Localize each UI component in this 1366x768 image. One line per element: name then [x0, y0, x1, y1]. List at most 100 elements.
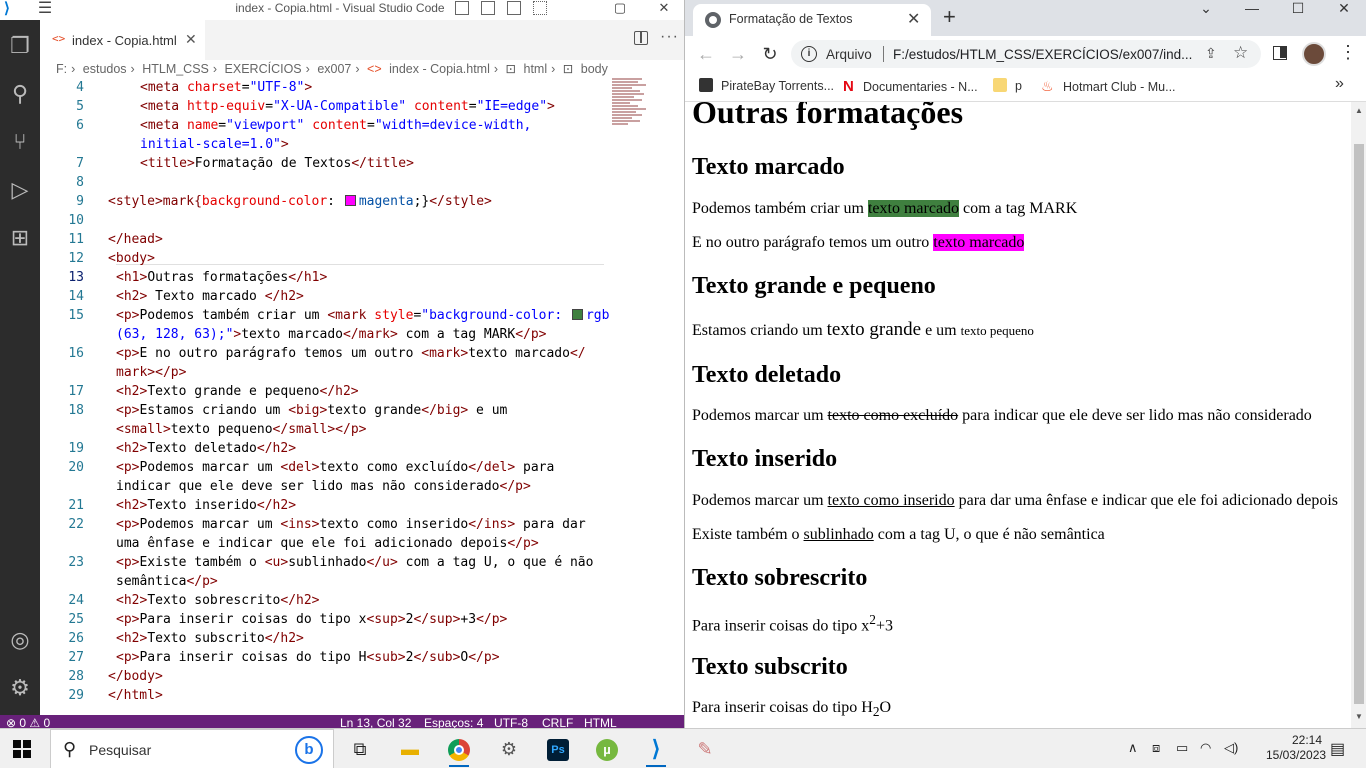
- tab-index-copia[interactable]: <> index - Copia.html ✕: [40, 20, 205, 60]
- minimize-button[interactable]: —: [1229, 0, 1275, 20]
- color-swatch[interactable]: [344, 195, 356, 206]
- chrome-icon[interactable]: [441, 733, 477, 767]
- code-line: <p>Estamos criando um <big>texto grande<…: [116, 403, 508, 418]
- taskbar-search[interactable]: ⚲ Pesquisar b: [50, 729, 334, 768]
- battery-icon[interactable]: ▭: [1176, 740, 1188, 756]
- wifi-icon[interactable]: ◠: [1200, 740, 1211, 756]
- minimize-button[interactable]: ▢: [600, 0, 640, 18]
- source-control-icon[interactable]: ⑂: [4, 126, 36, 158]
- file-explorer-icon[interactable]: ▬: [392, 733, 428, 767]
- info-icon[interactable]: i: [801, 46, 817, 62]
- photoshop-icon[interactable]: Ps: [540, 733, 576, 767]
- vscode-icon[interactable]: ⟩: [638, 733, 674, 767]
- line-ending[interactable]: CRLF: [542, 717, 573, 729]
- breadcrumb-item[interactable]: index - Copia.html: [389, 62, 490, 76]
- bookmarks-overflow-icon[interactable]: »: [1335, 75, 1344, 93]
- notification-icon[interactable]: ▤: [1330, 739, 1345, 759]
- menu-icon[interactable]: ☰: [34, 0, 56, 20]
- bookmarks-bar: PirateBay Torrents... N Documentaries - N…: [685, 72, 1366, 102]
- heading-texto-marcado: Texto marcado: [692, 154, 845, 180]
- chevron-up-icon[interactable]: ∧: [1128, 740, 1138, 756]
- cursor-position[interactable]: Ln 13, Col 32: [340, 717, 411, 729]
- bookmark-label: PirateBay Torrents...: [721, 79, 835, 93]
- device-icon[interactable]: ⧈: [1152, 740, 1160, 756]
- current-line-highlight: [116, 264, 604, 265]
- tab-close-icon[interactable]: ✕: [185, 31, 197, 48]
- hotmart-flame-icon: ♨: [1041, 78, 1054, 94]
- breadcrumb-item[interactable]: body: [581, 62, 608, 76]
- paint-icon[interactable]: ✎: [687, 733, 723, 767]
- code-line: mark></p>: [116, 365, 187, 380]
- run-debug-icon[interactable]: ▷: [4, 174, 36, 206]
- code-line: <h2> Texto marcado </h2>: [116, 289, 304, 304]
- windows-start-icon[interactable]: [13, 740, 31, 758]
- bing-icon[interactable]: b: [295, 736, 323, 764]
- heading-texto-subscrito: Texto subscrito: [692, 654, 848, 680]
- code-line: </body>: [108, 669, 163, 684]
- reload-icon[interactable]: ↻: [757, 42, 783, 66]
- tab-close-icon[interactable]: ✕: [907, 9, 920, 29]
- close-button[interactable]: ✕: [1321, 0, 1366, 20]
- split-editor-icon[interactable]: [634, 31, 648, 45]
- extensions-icon[interactable]: ⊞: [4, 222, 36, 254]
- forward-icon[interactable]: →: [725, 42, 751, 66]
- minimap[interactable]: [612, 78, 652, 158]
- avatar[interactable]: [1302, 42, 1326, 66]
- bookmark-star-icon[interactable]: ☆: [1233, 43, 1248, 63]
- task-view-icon[interactable]: ⧉: [342, 733, 378, 767]
- code-line: <small>texto pequeno</small></p>: [116, 422, 367, 437]
- code-line: initial-scale=1.0">: [140, 137, 289, 152]
- breadcrumb-item[interactable]: estudos: [83, 62, 127, 76]
- encoding[interactable]: UTF-8: [494, 717, 528, 729]
- url-text[interactable]: F:/estudos/HTLM_CSS/EXERCÍCIOS/ex007/ind…: [893, 47, 1192, 62]
- toggle-secondary-sidebar-icon[interactable]: [507, 1, 521, 15]
- code-line: <meta charset="UTF-8">: [140, 80, 313, 95]
- volume-icon[interactable]: ◁): [1224, 740, 1238, 756]
- address-bar[interactable]: i Arquivo F:/estudos/HTLM_CSS/EXERCÍCIOS…: [791, 40, 1261, 68]
- settings-gear-icon[interactable]: ⚙: [4, 672, 36, 704]
- bookmark-item[interactable]: N Documentaries - N...: [843, 78, 978, 95]
- bookmark-item[interactable]: PirateBay Torrents...: [699, 78, 834, 93]
- bookmark-item[interactable]: p: [993, 78, 1022, 93]
- browser-tab[interactable]: Formatação de Textos ✕: [693, 4, 931, 36]
- search-icon[interactable]: ⚲: [4, 78, 36, 110]
- line-number: 26: [68, 631, 84, 646]
- line-number: 6: [76, 118, 84, 133]
- tab-search-icon[interactable]: ⌄: [1183, 0, 1229, 20]
- toggle-panel-icon[interactable]: [481, 1, 495, 15]
- back-icon[interactable]: ←: [693, 42, 719, 66]
- breadcrumb-item[interactable]: EXERCÍCIOS: [225, 62, 302, 76]
- maximize-button[interactable]: ☐: [1275, 0, 1321, 20]
- subscript: 2: [872, 704, 880, 720]
- clock[interactable]: 22:14 15/03/2023: [1266, 733, 1326, 763]
- breadcrumb-item[interactable]: html: [524, 62, 548, 76]
- explorer-icon[interactable]: ❐: [4, 30, 36, 62]
- chrome-window: Formatação de Textos ✕ + ⌄ — ☐ ✕ ← → ↻ i…: [684, 0, 1366, 728]
- line-number: 17: [68, 384, 84, 399]
- share-icon[interactable]: ⇪: [1205, 45, 1217, 62]
- breadcrumb-item[interactable]: F:: [56, 62, 67, 76]
- problems-count[interactable]: ⊗ 0 ⚠ 0: [6, 717, 50, 729]
- new-tab-button[interactable]: +: [943, 4, 956, 30]
- more-menu-icon[interactable]: ⋮: [1339, 42, 1357, 63]
- breadcrumb-item[interactable]: HTLM_CSS: [142, 62, 209, 76]
- side-panel-icon[interactable]: [1273, 46, 1287, 60]
- close-button[interactable]: ✕: [644, 0, 684, 18]
- scrollbar-thumb[interactable]: [1354, 144, 1364, 704]
- toggle-primary-sidebar-icon[interactable]: [455, 1, 469, 15]
- breadcrumb-item[interactable]: ex007: [317, 62, 351, 76]
- indentation[interactable]: Espaços: 4: [424, 717, 483, 729]
- account-icon[interactable]: ◎: [4, 624, 36, 656]
- customize-layout-icon[interactable]: [533, 1, 547, 15]
- bookmark-item[interactable]: ♨ Hotmart Club - Mu...: [1041, 78, 1176, 94]
- more-actions-icon[interactable]: ···: [660, 28, 679, 46]
- scroll-up-icon[interactable]: ▲: [1355, 106, 1363, 115]
- page-scrollbar[interactable]: ▲ ▼: [1351, 102, 1366, 728]
- utorrent-icon[interactable]: µ: [589, 733, 625, 767]
- color-swatch[interactable]: [571, 309, 583, 320]
- settings-gear-icon[interactable]: ⚙: [491, 733, 527, 767]
- inserted-text: texto como inserido: [827, 492, 955, 509]
- code-editor[interactable]: 4 5 6 7 8 9 10 11 12 13 14 15 16 17 18 1…: [40, 78, 684, 715]
- scroll-down-icon[interactable]: ▼: [1355, 712, 1363, 721]
- language-mode[interactable]: HTML: [584, 717, 617, 729]
